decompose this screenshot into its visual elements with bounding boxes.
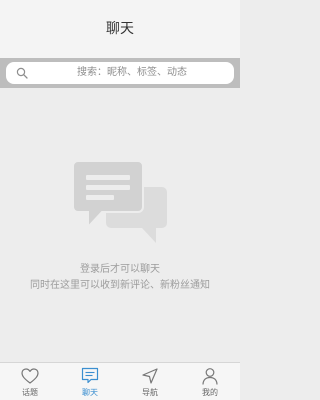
chat-bubbles-icon: [72, 160, 167, 243]
nav-item-navigation[interactable]: 导航: [120, 363, 180, 400]
heart-icon: [21, 368, 39, 384]
nav-item-topics[interactable]: 话题: [0, 363, 60, 400]
navigation-arrow-icon: [142, 368, 158, 384]
search-input[interactable]: 搜索：昵称、标签、动态: [6, 62, 234, 84]
empty-state-message: 登录后才可以聊天: [80, 264, 160, 275]
bottom-nav: 话题 聊天 导航 我的: [0, 362, 240, 400]
header-bar: 聊天: [0, 0, 240, 58]
user-icon: [202, 368, 218, 385]
search-bar: 搜索：昵称、标签、动态: [0, 58, 240, 88]
empty-state-submessage: 同时在这里可以收到新评论、新粉丝通知: [30, 280, 210, 291]
search-placeholder: 搜索：昵称、标签、动态: [77, 67, 187, 78]
page-title: 聊天: [106, 21, 134, 37]
nav-label-mine: 我的: [202, 388, 218, 397]
nav-item-chat[interactable]: 聊天: [60, 363, 120, 400]
nav-item-mine[interactable]: 我的: [180, 363, 240, 400]
nav-label-navigation: 导航: [142, 388, 158, 397]
app-screen: 聊天 搜索：昵称、标签、动态 登录后才可以聊天 同时在这里可以收到新评论、新粉丝…: [0, 0, 240, 400]
nav-label-chat: 聊天: [82, 388, 98, 397]
nav-label-topics: 话题: [22, 388, 38, 397]
chat-icon: [81, 367, 99, 384]
